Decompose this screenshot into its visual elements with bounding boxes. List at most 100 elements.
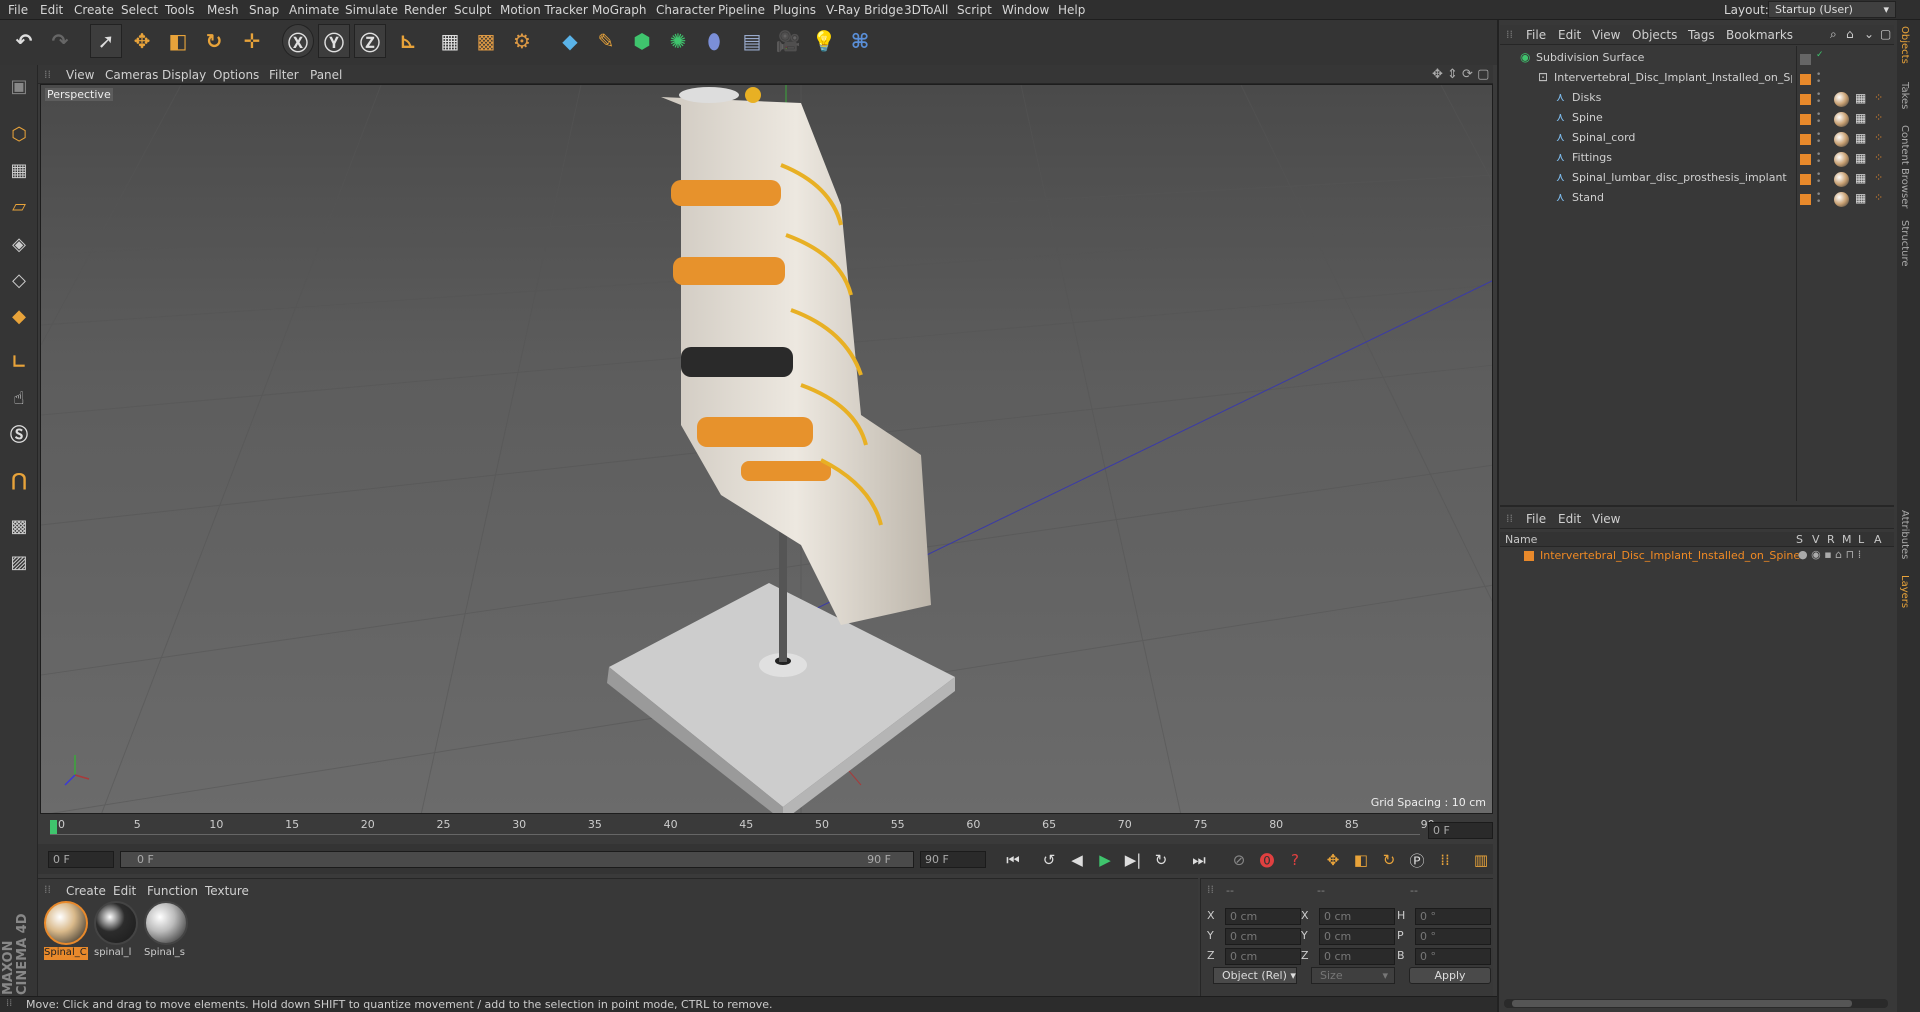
tab-structure[interactable]: Structure bbox=[1899, 220, 1910, 267]
z-axis-icon[interactable]: Ⓩ bbox=[354, 24, 386, 58]
layer-col-view[interactable]: V bbox=[1812, 533, 1820, 546]
objects-menu-objects[interactable]: Objects bbox=[1632, 28, 1677, 42]
texture-tag-icon[interactable]: ▦ bbox=[1855, 91, 1866, 105]
material-menu-function[interactable]: Function bbox=[147, 884, 198, 898]
texture-tag-icon[interactable]: ▦ bbox=[1855, 111, 1866, 125]
make-editable-icon[interactable]: ▣ bbox=[3, 70, 35, 102]
next-frame-icon[interactable]: ▶| bbox=[1120, 848, 1146, 872]
object-row[interactable]: ⊡ Intervertebral_Disc_Implant_Installed_o… bbox=[1502, 70, 1792, 89]
material-label[interactable]: spinal_l bbox=[94, 947, 138, 960]
layer-scrollbar[interactable] bbox=[1504, 999, 1888, 1008]
object-row[interactable]: ⋏ Spinal_lumbar_disc_prosthesis_implant bbox=[1502, 170, 1792, 189]
autokey-icon[interactable]: ⓿ bbox=[1254, 848, 1280, 872]
render-picture-viewer-icon[interactable]: ▩ bbox=[470, 24, 502, 58]
y-axis-icon[interactable]: Ⓨ bbox=[318, 24, 350, 58]
layer-col-manager[interactable]: M bbox=[1842, 533, 1852, 546]
coord-value-field[interactable]: 0 cm bbox=[1319, 948, 1395, 965]
material-preview[interactable] bbox=[44, 901, 88, 945]
cube-icon[interactable]: ◆ bbox=[554, 24, 586, 58]
menu-help[interactable]: Help bbox=[1058, 3, 1085, 17]
keyframe-selection-icon[interactable]: ? bbox=[1282, 848, 1308, 872]
object-row[interactable]: ⋏ Disks bbox=[1502, 90, 1792, 109]
menu-select[interactable]: Select bbox=[121, 3, 158, 17]
undo-icon[interactable]: ↶ bbox=[8, 24, 40, 58]
previous-key-icon[interactable]: ↺ bbox=[1036, 848, 1062, 872]
material-tag-icon[interactable] bbox=[1834, 112, 1849, 127]
coordinate-system-icon[interactable]: ⊾ bbox=[392, 24, 424, 58]
phong-tag-icon[interactable]: ⁘ bbox=[1874, 191, 1883, 204]
visibility-dots-icon[interactable]: • • bbox=[1816, 131, 1821, 147]
texture-mode-icon[interactable]: ▦ bbox=[3, 154, 35, 186]
menu-motion-tracker[interactable]: Motion Tracker bbox=[500, 3, 588, 17]
menu-edit[interactable]: Edit bbox=[40, 3, 63, 17]
size-mode-dropdown[interactable]: Size ▾ bbox=[1311, 967, 1395, 984]
edges-mode-icon[interactable]: ◇ bbox=[3, 264, 35, 296]
layer-col-solo[interactable]: S bbox=[1796, 533, 1803, 546]
texture-tag-icon[interactable]: ▦ bbox=[1855, 131, 1866, 145]
next-key-icon[interactable]: ↻ bbox=[1148, 848, 1174, 872]
menu-pipeline[interactable]: Pipeline bbox=[718, 3, 765, 17]
coord-value-field[interactable]: 0 cm bbox=[1225, 928, 1301, 945]
menu-animate[interactable]: Animate bbox=[289, 3, 339, 17]
tweak-mode-icon[interactable]: ☝ bbox=[3, 382, 35, 414]
layer-swatch[interactable] bbox=[1800, 174, 1811, 185]
deformer-icon[interactable]: ⬮ bbox=[698, 24, 730, 58]
x-axis-icon[interactable]: Ⓧ bbox=[282, 24, 314, 58]
axis-mode-icon[interactable]: ∟ bbox=[3, 346, 35, 378]
menu-sculpt[interactable]: Sculpt bbox=[454, 3, 491, 17]
array-icon[interactable]: ✺ bbox=[662, 24, 694, 58]
pen-icon[interactable]: ✎ bbox=[590, 24, 622, 58]
search-icon[interactable]: ⌕ bbox=[1830, 27, 1837, 42]
light-icon[interactable]: 💡 bbox=[808, 24, 840, 58]
go-to-start-icon[interactable]: ⏮ bbox=[1000, 848, 1026, 872]
coord-value-field[interactable]: 0 ° bbox=[1415, 928, 1491, 945]
rotate-tool-icon[interactable]: ↻ bbox=[198, 24, 230, 58]
menu-plugins[interactable]: Plugins bbox=[773, 3, 816, 17]
tab-takes[interactable]: Takes bbox=[1899, 82, 1910, 109]
menu-mesh[interactable]: Mesh bbox=[207, 3, 239, 17]
layers-menu-file[interactable]: File bbox=[1526, 512, 1546, 526]
layer-swatch[interactable] bbox=[1800, 154, 1811, 165]
tab-content-browser[interactable]: Content Browser bbox=[1899, 125, 1910, 208]
lock-workplane-icon[interactable]: ▩ bbox=[3, 510, 35, 542]
viewport-menu-view[interactable]: View bbox=[66, 68, 94, 82]
object-row[interactable]: ⋏ Spinal_cord bbox=[1502, 130, 1792, 149]
home-icon[interactable]: ⌂ bbox=[1846, 27, 1854, 41]
material-menu-texture[interactable]: Texture bbox=[205, 884, 249, 898]
redo-icon[interactable]: ↷ bbox=[44, 24, 76, 58]
layer-swatch[interactable] bbox=[1800, 114, 1811, 125]
select-tool-icon[interactable]: ➚ bbox=[90, 24, 122, 58]
viewport-menu-cameras[interactable]: Cameras bbox=[105, 68, 158, 82]
new-window-icon[interactable]: ▢ bbox=[1880, 27, 1891, 41]
menu-simulate[interactable]: Simulate bbox=[345, 3, 398, 17]
menu-3dtoall[interactable]: 3DToAll bbox=[904, 3, 948, 17]
menu-snap[interactable]: Snap bbox=[249, 3, 279, 17]
previous-frame-icon[interactable]: ◀ bbox=[1064, 848, 1090, 872]
menu-create[interactable]: Create bbox=[74, 3, 114, 17]
model-mode-icon[interactable]: ⬡ bbox=[3, 118, 35, 150]
menu-mograph[interactable]: MoGraph bbox=[592, 3, 647, 17]
move-tool-icon[interactable]: ✥ bbox=[126, 24, 158, 58]
material-menu-edit[interactable]: Edit bbox=[113, 884, 136, 898]
panel-splitter[interactable] bbox=[1500, 505, 1894, 507]
visibility-dots-icon[interactable]: • • bbox=[1816, 91, 1821, 107]
end-frame-field[interactable]: 90 F bbox=[920, 851, 986, 868]
layer-swatch[interactable] bbox=[1800, 134, 1811, 145]
visibility-dots-icon[interactable]: • • bbox=[1816, 151, 1821, 167]
key-position-icon[interactable]: ✥ bbox=[1320, 848, 1346, 872]
timeline-layout-icon[interactable]: ▥ bbox=[1468, 848, 1494, 872]
menu-render[interactable]: Render bbox=[404, 3, 447, 17]
workplane-mode-icon[interactable]: ▱ bbox=[3, 190, 35, 222]
objects-menu-tags[interactable]: Tags bbox=[1688, 28, 1715, 42]
viewport-perspective[interactable]: Perspective Grid Spacing : 10 cm bbox=[40, 84, 1493, 814]
object-row[interactable]: ⋏ Spine bbox=[1502, 110, 1792, 129]
visibility-dots-icon[interactable]: • • bbox=[1816, 191, 1821, 207]
render-view-icon[interactable]: ▦ bbox=[434, 24, 466, 58]
visibility-dots-icon[interactable]: • • bbox=[1816, 71, 1821, 87]
layer-row[interactable]: Intervertebral_Disc_Implant_Installed_on… bbox=[1500, 548, 1894, 565]
material-tag-icon[interactable] bbox=[1834, 172, 1849, 187]
menu-character[interactable]: Character bbox=[656, 3, 715, 17]
visibility-dots-icon[interactable]: ✓ bbox=[1816, 51, 1824, 60]
viewport-menu-panel[interactable]: Panel bbox=[310, 68, 342, 82]
apply-button[interactable]: Apply bbox=[1409, 967, 1491, 984]
